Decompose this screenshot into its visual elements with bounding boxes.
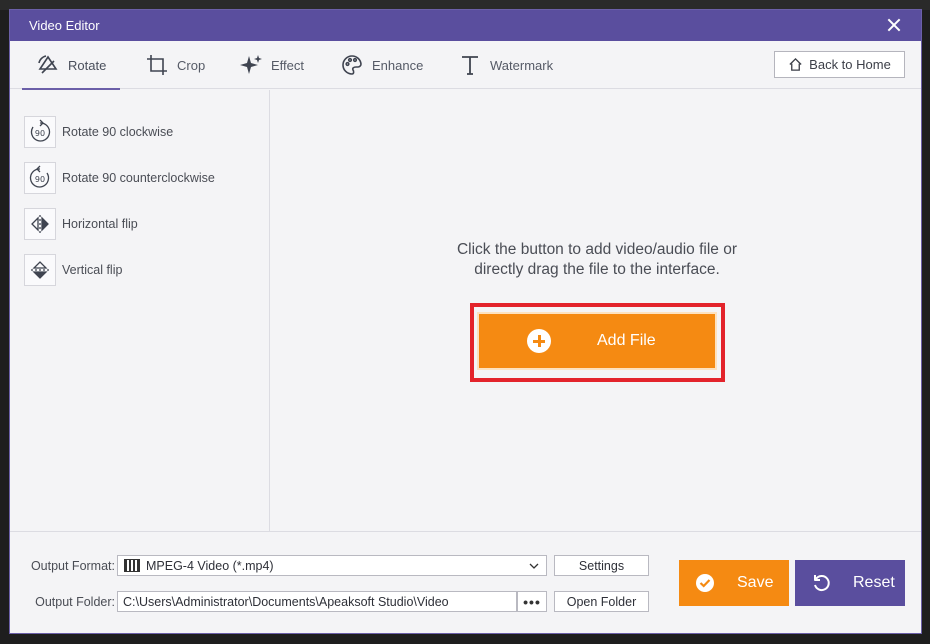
window-title: Video Editor — [29, 18, 100, 33]
drop-area[interactable]: Click the button to add video/audio file… — [271, 90, 921, 531]
tab-crop-label: Crop — [177, 57, 206, 73]
drop-hint-text: Click the button to add video/audio file… — [271, 240, 921, 280]
add-file-button[interactable]: Add File — [477, 312, 717, 370]
sidebar-item-label: Vertical flip — [62, 263, 123, 277]
tab-rotate[interactable]: Rotate — [21, 41, 121, 90]
hint-line-2: directly drag the file to the interface. — [474, 261, 720, 278]
sidebar-item-label: Rotate 90 counterclockwise — [62, 171, 215, 185]
svg-text:90: 90 — [35, 129, 45, 138]
tab-effect-label: Effect — [271, 57, 305, 73]
flip-horizontal-icon — [31, 215, 49, 233]
tab-crop[interactable]: Crop — [145, 41, 205, 89]
tab-effect[interactable]: Effect — [239, 41, 304, 89]
rotate-options-panel: 90 Rotate 90 clockwise 90 Rotate 90 coun… — [10, 90, 270, 531]
tab-bar: Rotate Crop Effect Enhance Watermark Bac… — [10, 41, 921, 90]
open-folder-button[interactable]: Open Folder — [554, 591, 649, 612]
palette-icon — [342, 55, 362, 75]
back-to-home-label: Back to Home — [809, 57, 891, 72]
back-to-home-button[interactable]: Back to Home — [774, 51, 905, 78]
plus-circle-icon — [527, 329, 551, 353]
home-icon — [789, 57, 802, 71]
reset-icon — [814, 575, 830, 592]
add-file-label: Add File — [597, 332, 656, 349]
rotate-icon — [38, 55, 58, 74]
hint-line-1: Click the button to add video/audio file… — [456, 241, 738, 258]
output-folder-field[interactable]: C:\Users\Administrator\Documents\Apeakso… — [117, 591, 517, 612]
video-format-icon — [124, 559, 140, 572]
settings-button[interactable]: Settings — [554, 555, 649, 576]
check-circle-icon — [696, 574, 714, 592]
sidebar-item-rotate-clockwise[interactable]: 90 Rotate 90 clockwise — [10, 109, 269, 155]
tab-watermark-label: Watermark — [490, 57, 554, 73]
crop-icon — [147, 55, 167, 75]
output-format-select[interactable]: MPEG-4 Video (*.mp4) — [117, 555, 547, 576]
sparkle-icon — [240, 55, 262, 74]
sidebar-item-rotate-counterclockwise[interactable]: 90 Rotate 90 counterclockwise — [10, 155, 269, 201]
svg-text:90: 90 — [35, 175, 45, 184]
sidebar-item-label: Rotate 90 clockwise — [62, 125, 174, 139]
sidebar-item-label: Horizontal flip — [62, 217, 138, 231]
sidebar-item-horizontal-flip[interactable]: Horizontal flip — [10, 201, 269, 247]
reset-button[interactable]: Reset — [795, 560, 905, 606]
tab-watermark[interactable]: Watermark — [458, 41, 553, 89]
output-panel: Output Format: MPEG-4 Video (*.mp4) Sett… — [10, 531, 921, 633]
tab-rotate-label: Rotate — [68, 57, 107, 73]
save-label: Save — [737, 574, 774, 591]
rotate-clockwise-icon: 90 — [30, 119, 51, 142]
tab-enhance[interactable]: Enhance — [340, 41, 423, 89]
browse-folder-button[interactable]: ••• — [517, 591, 547, 612]
output-format-label: Output Format: — [30, 559, 115, 573]
video-editor-window: Video Editor Rotate Crop Effect Enhance … — [9, 9, 922, 634]
reset-label: Reset — [853, 574, 895, 591]
output-format-value: MPEG-4 Video (*.mp4) — [146, 558, 274, 573]
close-icon[interactable] — [885, 16, 903, 34]
output-folder-label: Output Folder: — [35, 595, 115, 609]
text-t-icon — [462, 56, 478, 75]
rotate-counterclockwise-icon: 90 — [29, 165, 50, 188]
save-button[interactable]: Save — [679, 560, 789, 606]
flip-vertical-icon — [31, 261, 49, 279]
chevron-down-icon — [529, 563, 539, 569]
sidebar-item-vertical-flip[interactable]: Vertical flip — [10, 247, 269, 293]
tab-enhance-label: Enhance — [372, 57, 424, 73]
title-bar: Video Editor — [10, 10, 921, 41]
